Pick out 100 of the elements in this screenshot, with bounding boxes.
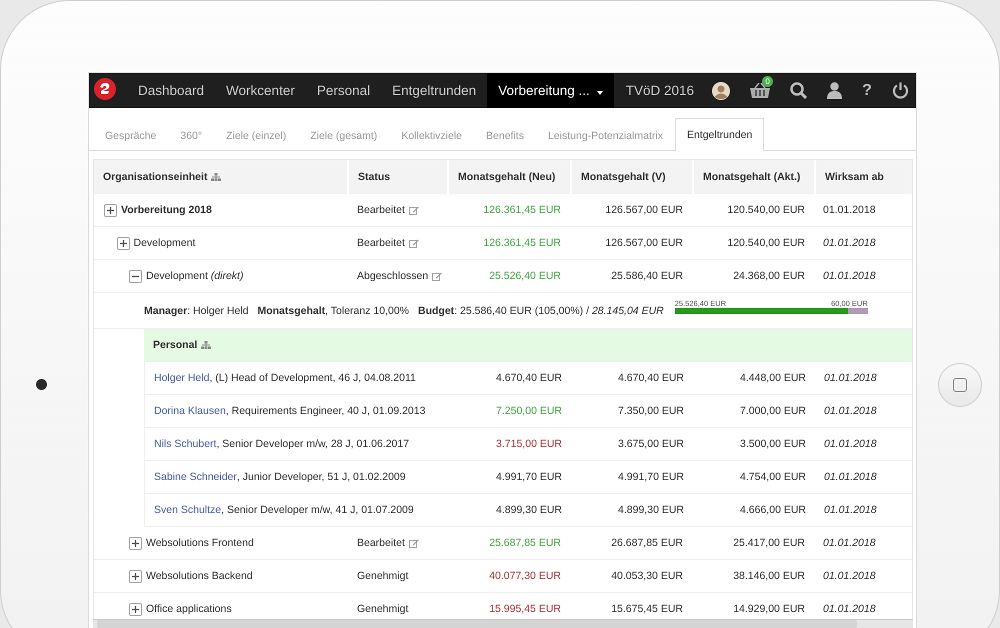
salary-value: 3.675,00 EUR	[617, 437, 685, 452]
salary-value: 126.567,00 EUR	[604, 203, 684, 218]
salary-value: 126.567,00 EUR	[604, 236, 684, 251]
nav-item[interactable]: Workcenter	[215, 73, 306, 108]
nav-item[interactable]: Entgeltrunden	[381, 73, 488, 108]
date-value: 01.01.2018	[823, 503, 878, 518]
salary-value: 15.675,45 EUR	[610, 602, 684, 617]
horizontal-scrollbar[interactable]	[93, 619, 913, 628]
unit-name: Office applications	[146, 603, 232, 615]
salary-value: 7.250,00 EUR	[495, 404, 563, 419]
unit-name: Development (direkt)	[146, 270, 244, 282]
toggle-button[interactable]	[129, 570, 142, 582]
unit-name: Development	[134, 237, 196, 249]
section-title: Personal	[153, 339, 198, 351]
salary-value: 4.448,00 EUR	[739, 371, 807, 386]
tab[interactable]: Entgeltrunden	[674, 118, 764, 151]
toggle-button[interactable]	[129, 602, 142, 616]
nav-item[interactable]: Dashboard	[127, 73, 216, 108]
unit-name: Websolutions Backend	[146, 570, 253, 582]
context-label[interactable]: TVöD 2016	[626, 83, 694, 98]
salary-value: 25.526,40 EUR	[488, 269, 562, 284]
status-text: Bearbeitet	[357, 237, 405, 249]
column-header[interactable]: Monatsgehalt (V)	[581, 171, 666, 183]
status-text: Bearbeitet	[357, 204, 405, 216]
logo-icon[interactable]	[94, 78, 116, 100]
basket-icon[interactable]	[750, 82, 770, 98]
unit-name: Websolutions Frontend	[146, 537, 254, 549]
column-header[interactable]: Status	[358, 171, 390, 183]
nav-item[interactable]: Personal	[306, 73, 382, 108]
salary-value: 3.715,00 EUR	[495, 437, 563, 452]
cart-badge: 0	[762, 76, 774, 87]
toggle-button[interactable]	[104, 204, 117, 216]
toggle-button[interactable]	[129, 536, 142, 550]
status-text: Genehmigt	[357, 603, 408, 615]
salary-value: 38.146,00 EUR	[732, 569, 806, 584]
edit-icon[interactable]	[408, 206, 419, 214]
salary-value: 4.899,30 EUR	[495, 503, 563, 518]
help-button[interactable]: ?	[852, 73, 882, 108]
salary-value: 120.540,00 EUR	[726, 203, 806, 218]
employee-info: Holger Held, (L) Head of Development, 46 J, 04.08.2011	[153, 371, 417, 386]
salary-value: 4.899,30 EUR	[617, 503, 685, 518]
plus-icon	[131, 572, 140, 580]
column-header[interactable]: Monatsgehalt (Akt.)	[703, 171, 800, 183]
date-value: 01.01.2018	[822, 602, 877, 617]
toggle-button[interactable]	[129, 270, 142, 282]
date-value: 01.01.2018	[822, 536, 877, 551]
date-value: 01.01.2018	[822, 569, 877, 584]
avatar-icon[interactable]	[712, 82, 730, 100]
user-icon[interactable]	[827, 82, 842, 99]
date-value: 01.01.2018	[822, 236, 877, 251]
column-header[interactable]: Wirksam ab	[825, 171, 884, 183]
home-button[interactable]	[938, 363, 982, 407]
camera-icon	[36, 379, 46, 390]
salary-value: 40.053,30 EUR	[610, 569, 684, 584]
manager-info: Manager: Holger Held	[144, 304, 248, 316]
salary-value: 4.991,70 EUR	[617, 470, 685, 485]
employee-link[interactable]: Sven Schultze	[154, 504, 222, 516]
search-icon[interactable]	[790, 82, 808, 99]
nav-item[interactable]: Vorbereitung ...	[487, 73, 614, 108]
column-header[interactable]: Organisationseinheit	[103, 171, 208, 183]
status-text: Genehmigt	[357, 570, 408, 582]
edit-icon[interactable]	[408, 238, 419, 248]
unit-name: Vorbereitung 2018	[121, 204, 212, 216]
plus-icon	[131, 538, 140, 548]
salary-value: 120.540,00 EUR	[726, 236, 806, 251]
salary-value: 7.350,00 EUR	[617, 404, 685, 419]
salary-basis: Monatsgehalt, Toleranz 10,00%	[257, 304, 410, 316]
budget-info: Budget: 25.586,40 EUR (105,00%) / 28.145,04 EUR	[418, 304, 664, 316]
salary-value: 7.000,00 EUR	[739, 404, 807, 419]
date-value: 01.01.2018	[823, 404, 878, 419]
employee-info: Sabine Schneider, Junior Developer, 51 J, 01.02.2009	[153, 470, 407, 485]
plus-icon	[118, 238, 128, 248]
plus-icon	[106, 206, 115, 214]
plus-icon	[131, 604, 140, 614]
salary-value: 25.586,40 EUR	[610, 269, 684, 284]
edit-icon[interactable]	[408, 538, 419, 548]
edit-icon[interactable]	[432, 272, 442, 280]
date-value: 01.01.2018	[822, 203, 877, 218]
power-icon[interactable]	[892, 82, 909, 99]
employee-info: Sven Schultze, Senior Developer m/w, 41 J, 01.07.2009	[153, 503, 415, 518]
date-value: 01.01.2018	[823, 371, 878, 386]
salary-value: 25.417,00 EUR	[732, 536, 806, 551]
employee-link[interactable]: Nils Schubert	[154, 438, 216, 450]
salary-value: 24.368,00 EUR	[732, 269, 806, 284]
column-header[interactable]: Monatsgehalt (Neu)	[458, 171, 556, 183]
hierarchy-icon	[201, 341, 212, 349]
status-text: Abgeschlossen	[357, 270, 428, 282]
salary-value: 4.670,40 EUR	[495, 371, 563, 386]
salary-value: 3.500,00 EUR	[739, 437, 807, 452]
salary-value: 4.991,70 EUR	[495, 470, 563, 485]
salary-value: 15.995,45 EUR	[488, 602, 562, 617]
date-value: 01.01.2018	[823, 470, 878, 485]
employee-link[interactable]: Sabine Schneider	[154, 471, 237, 483]
salary-value: 4.754,00 EUR	[739, 470, 807, 485]
salary-value: 126.361,45 EUR	[482, 203, 562, 218]
employee-link[interactable]: Holger Held	[154, 372, 210, 384]
salary-value: 14.929,00 EUR	[732, 602, 806, 617]
salary-value: 4.670,40 EUR	[617, 371, 685, 386]
employee-link[interactable]: Dorina Klausen	[154, 405, 226, 417]
toggle-button[interactable]	[116, 236, 130, 250]
